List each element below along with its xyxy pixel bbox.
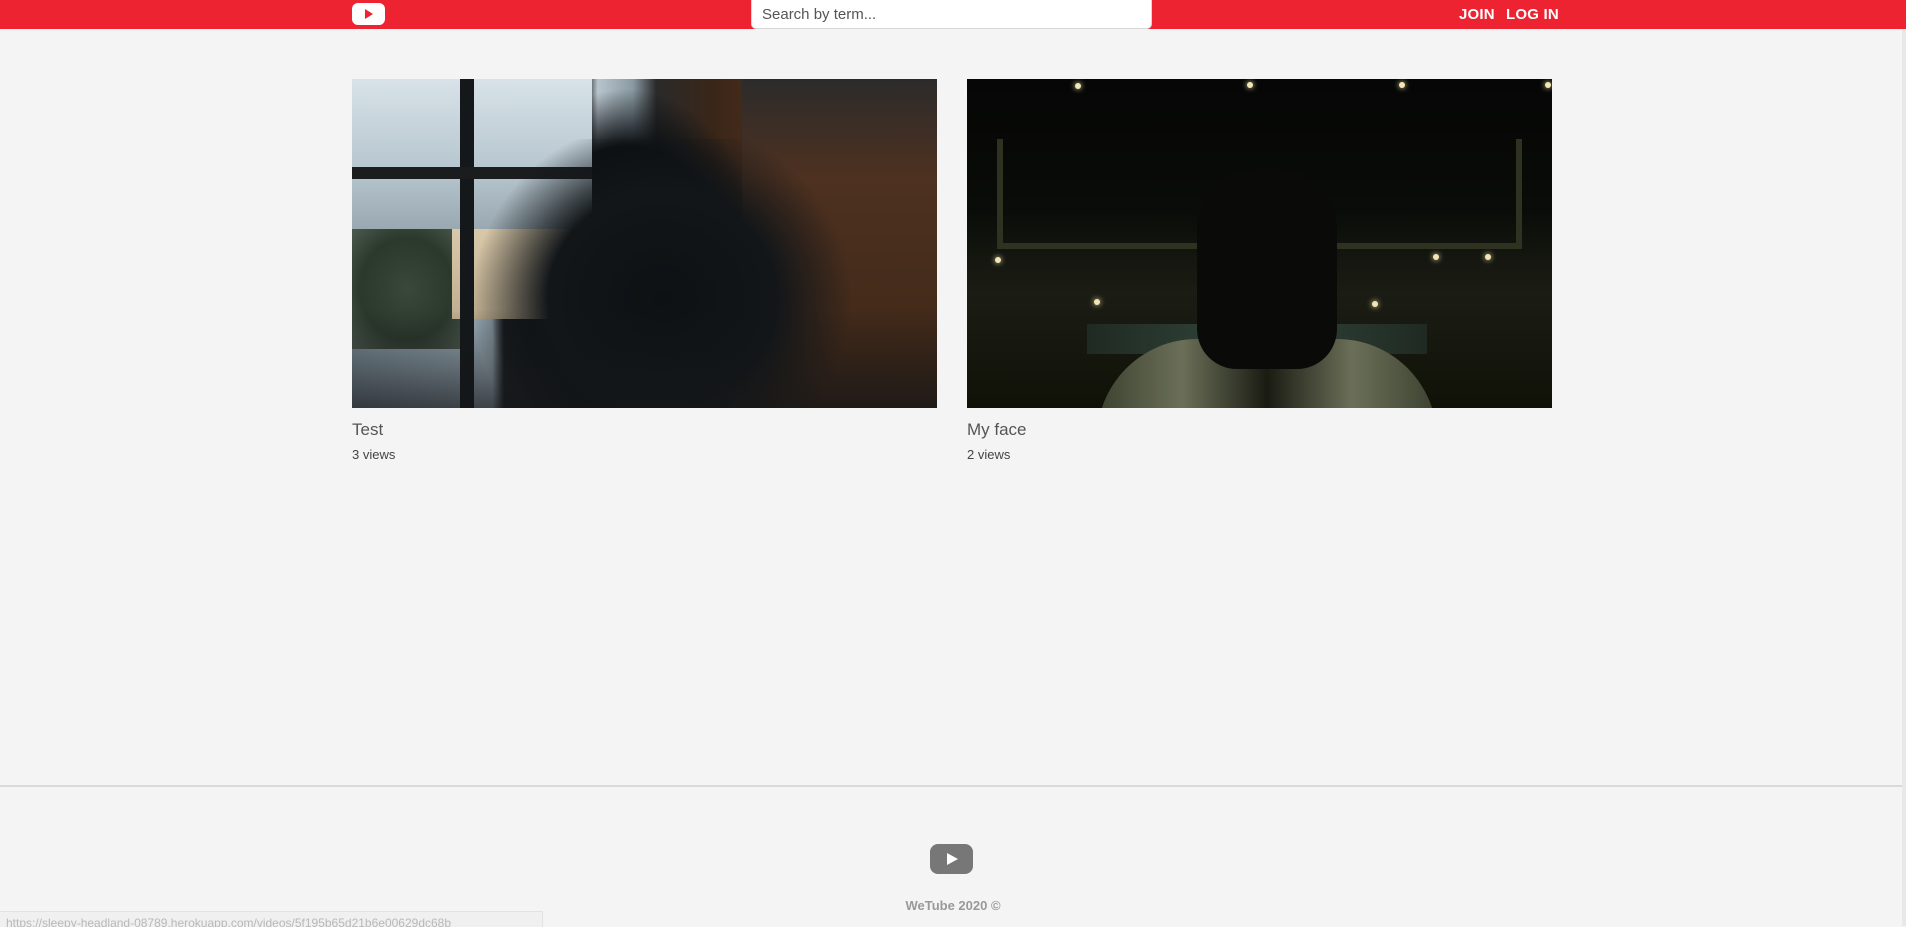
footer-divider <box>0 785 1906 787</box>
youtube-play-icon <box>365 9 373 19</box>
video-card: Test 3 views <box>352 79 937 462</box>
header: JOIN LOG IN <box>0 0 1906 29</box>
video-title[interactable]: Test <box>352 420 937 440</box>
scrollbar[interactable] <box>1902 29 1906 926</box>
footer-logo <box>930 844 973 874</box>
search-input[interactable] <box>751 0 1152 29</box>
video-views: 3 views <box>352 447 396 462</box>
video-thumbnail[interactable] <box>967 79 1552 408</box>
video-card: My face 2 views <box>967 79 1552 462</box>
login-link[interactable]: LOG IN <box>1506 6 1559 23</box>
status-bar-url: https://sleepy-headland-08789.herokuapp.… <box>0 911 543 927</box>
video-views: 2 views <box>967 447 1011 462</box>
join-link[interactable]: JOIN <box>1459 6 1495 23</box>
home-logo-link[interactable] <box>352 3 385 25</box>
video-title[interactable]: My face <box>967 420 1552 440</box>
video-thumbnail[interactable] <box>352 79 937 408</box>
youtube-play-icon <box>947 853 958 865</box>
